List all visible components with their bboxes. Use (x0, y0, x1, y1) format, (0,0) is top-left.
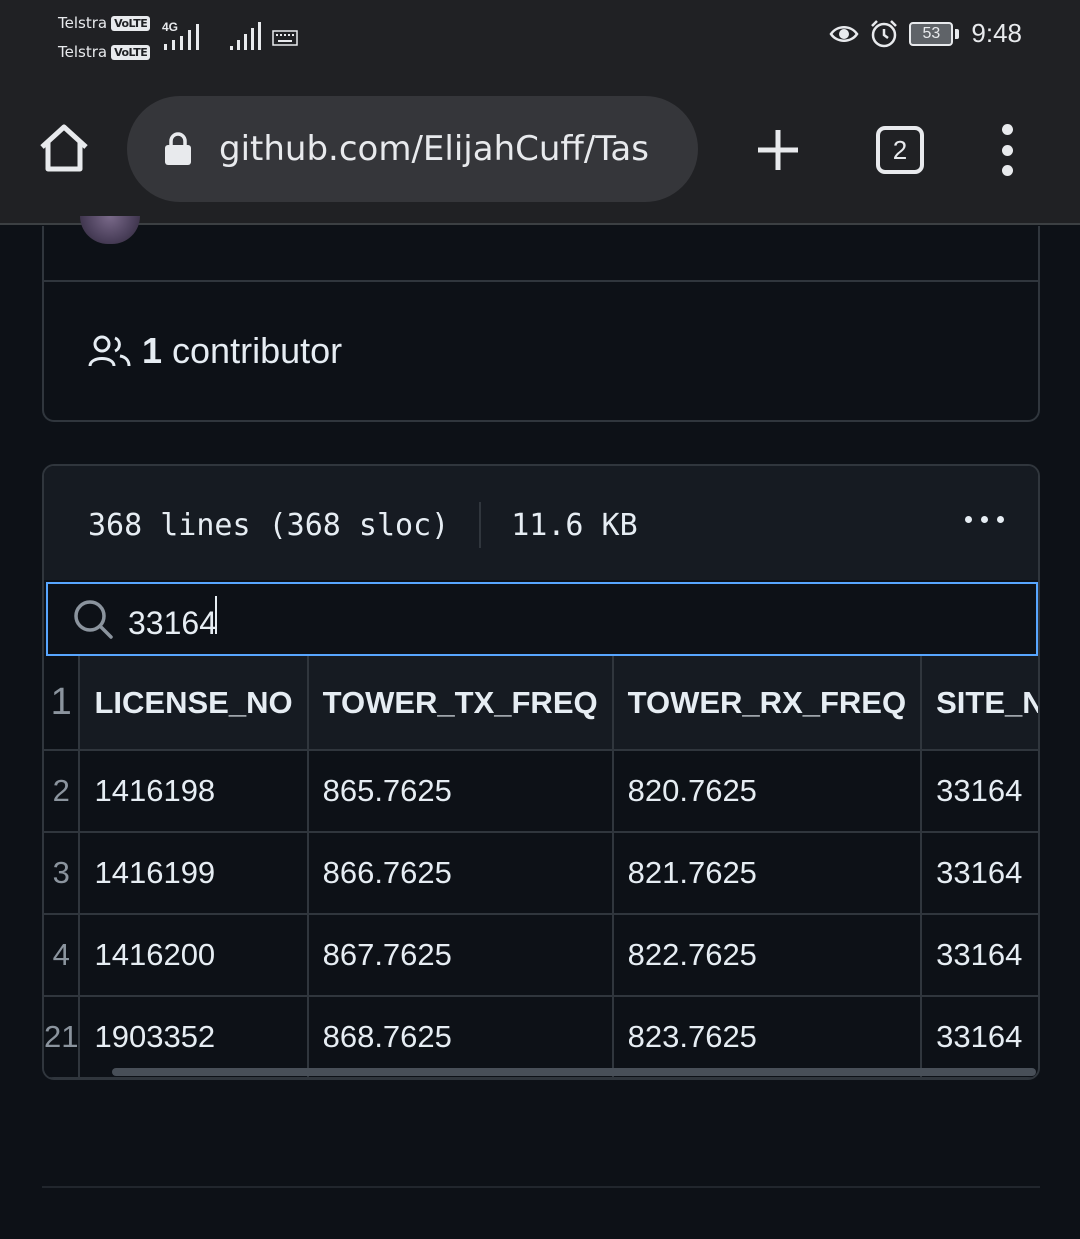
avatar[interactable] (80, 216, 140, 244)
home-button[interactable] (36, 120, 92, 176)
table-cell: 866.7625 (306, 831, 614, 915)
table-cell: 822.7625 (611, 913, 923, 997)
column-header: LICENSE_NO (78, 656, 309, 751)
table-cell: 867.7625 (306, 913, 614, 997)
csv-table: 1 LICENSE_NO TOWER_TX_FREQ TOWER_RX_FREQ… (44, 656, 1038, 1078)
keyboard-icon (272, 30, 298, 46)
footer-divider (42, 1186, 1040, 1188)
search-input[interactable]: 33164 (128, 596, 928, 642)
carrier-2: Telstra VoLTE (58, 43, 151, 61)
commit-info-box: 1 contributor (42, 216, 1040, 422)
carrier-1-name: Telstra (58, 14, 108, 32)
file-header: 368 lines (368 sloc) 11.6 KB (44, 466, 1038, 580)
table-row: 21 1903352 868.7625 823.7625 33164 (44, 995, 1038, 1078)
volte-badge-2: VoLTE (111, 44, 151, 60)
address-bar[interactable]: github.com/ElijahCuff/Tas (127, 96, 698, 202)
table-cell: 33164 (920, 749, 1038, 833)
carrier-2-name: Telstra (58, 43, 108, 61)
line-number[interactable]: 2 (44, 749, 81, 833)
lock-icon (165, 132, 191, 165)
file-viewer: 368 lines (368 sloc) 11.6 KB 33164 1 LIC… (42, 464, 1040, 1080)
line-number[interactable]: 21 (44, 995, 81, 1078)
plus-icon (758, 130, 798, 170)
table-cell: 820.7625 (611, 749, 923, 833)
file-size: 11.6 KB (511, 507, 638, 543)
contributors-label: contributor (172, 330, 343, 371)
signal-icon (164, 24, 199, 50)
table-row: 3 1416199 866.7625 821.7625 33164 (44, 831, 1038, 915)
status-right: 53 9:48 (829, 18, 1022, 49)
table-cell: 33164 (920, 913, 1038, 997)
signal-icon-2 (230, 22, 261, 50)
more-vert-icon[interactable] (994, 124, 1020, 176)
table-cell: 1416199 (78, 831, 309, 915)
volte-badge-1: VoLTE (111, 15, 151, 31)
alarm-icon (871, 19, 898, 47)
column-header: TOWER_TX_FREQ (306, 656, 614, 751)
table-cell: 868.7625 (306, 995, 614, 1078)
people-icon (88, 335, 131, 367)
table-row: 4 1416200 867.7625 822.7625 33164 (44, 913, 1038, 997)
table-cell: 33164 (920, 995, 1038, 1078)
table-cell: 1903352 (78, 995, 309, 1078)
column-header: TOWER_RX_FREQ (611, 656, 923, 751)
battery-icon: 53 (909, 21, 960, 46)
separator (479, 502, 482, 548)
search-value: 33164 (128, 605, 217, 641)
line-number[interactable]: 4 (44, 913, 81, 997)
table-cell: 823.7625 (611, 995, 923, 1078)
table-row: 2 1416198 865.7625 820.7625 33164 (44, 749, 1038, 833)
table-cell: 821.7625 (611, 831, 923, 915)
status-bar: Telstra VoLTE Telstra VoLTE 4G 53 9:48 (0, 0, 1080, 80)
text-caret (214, 596, 217, 634)
file-info: 368 lines (368 sloc) 11.6 KB (88, 502, 638, 548)
table-cell: 33164 (920, 831, 1038, 915)
browser-toolbar: github.com/ElijahCuff/Tas 2 (0, 80, 1080, 225)
table-header-row: 1 LICENSE_NO TOWER_TX_FREQ TOWER_RX_FREQ… (44, 656, 1038, 751)
more-options-icon[interactable] (965, 516, 1004, 523)
contributors-link[interactable]: 1 contributor (88, 330, 342, 372)
carrier-1: Telstra VoLTE (58, 14, 151, 32)
url-text: github.com/ElijahCuff/Tas (219, 129, 649, 169)
column-header: SITE_NO (920, 656, 1038, 751)
battery-level: 53 (909, 21, 954, 46)
table-cell: 1416198 (78, 749, 309, 833)
search-icon (74, 600, 113, 639)
line-number[interactable]: 3 (44, 831, 81, 915)
clock: 9:48 (971, 18, 1022, 48)
horizontal-scrollbar[interactable] (112, 1068, 1036, 1076)
line-number[interactable]: 1 (44, 656, 81, 751)
new-tab-button[interactable] (752, 124, 804, 176)
tab-count: 2 (892, 134, 908, 165)
table-cell: 1416200 (78, 913, 309, 997)
eye-icon (829, 25, 859, 42)
divider (44, 280, 1038, 282)
file-lines: 368 lines (368 sloc) (88, 507, 450, 543)
tab-switcher-button[interactable]: 2 (876, 126, 924, 174)
table-search-box[interactable]: 33164 (46, 582, 1038, 656)
home-icon (40, 124, 88, 172)
table-cell: 865.7625 (306, 749, 614, 833)
contributors-count: 1 (142, 330, 163, 371)
